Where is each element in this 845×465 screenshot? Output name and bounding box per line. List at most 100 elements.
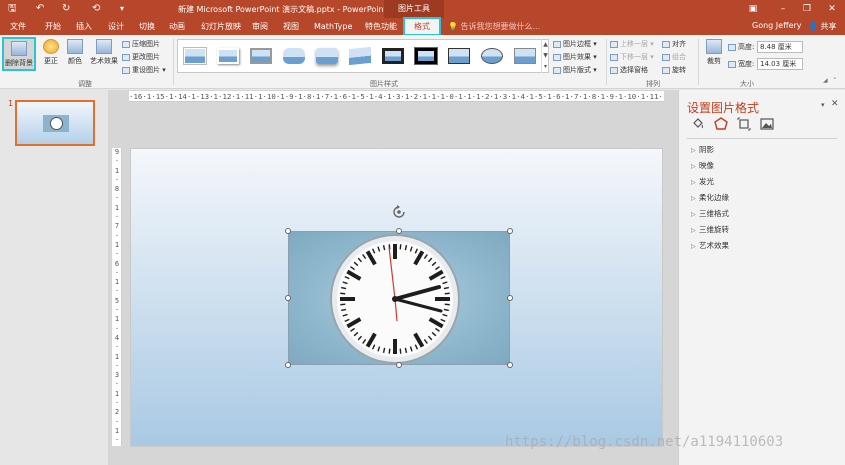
tell-me-search[interactable]: 💡 告诉我您想要做什么... bbox=[448, 21, 540, 32]
resize-handle-top-left[interactable] bbox=[285, 228, 291, 234]
pane-title: 设置图片格式 bbox=[687, 101, 760, 115]
selection-pane-button[interactable]: 选择窗格 bbox=[610, 65, 648, 75]
selected-picture[interactable] bbox=[288, 231, 510, 365]
section-reflection[interactable]: ▷ 映像 bbox=[691, 160, 714, 171]
picture-effects-button[interactable]: 图片效果 ▾ bbox=[553, 52, 597, 62]
rotate-button[interactable]: 旋转 bbox=[662, 65, 686, 75]
share-label: 共享 bbox=[820, 22, 837, 31]
compress-pictures-button[interactable]: 压缩图片 bbox=[122, 39, 160, 49]
group-divider bbox=[606, 39, 607, 85]
tab-home[interactable]: 开始 bbox=[42, 18, 64, 35]
expand-arrow-icon: ▷ bbox=[691, 211, 696, 218]
share-button[interactable]: 👤 共享 bbox=[808, 21, 837, 32]
section-artistic-effects[interactable]: ▷ 艺术效果 bbox=[691, 240, 729, 251]
height-input[interactable]: 8.48 厘米 bbox=[757, 41, 803, 53]
resize-handle-left[interactable] bbox=[285, 295, 291, 301]
reset-picture-icon bbox=[122, 66, 130, 74]
style-preview bbox=[349, 46, 371, 66]
maximize-icon[interactable]: ❐ bbox=[800, 2, 814, 16]
resize-handle-bottom-right[interactable] bbox=[507, 362, 513, 368]
expand-arrow-icon: ▷ bbox=[691, 163, 696, 170]
picture-effects-icon bbox=[553, 53, 561, 61]
picture-layout-button[interactable]: 图片版式 ▾ bbox=[553, 65, 597, 75]
crop-button[interactable]: 裁剪 bbox=[703, 39, 725, 66]
picture-styles-group-label: 图片样式 bbox=[370, 80, 398, 88]
resize-handle-right[interactable] bbox=[507, 295, 513, 301]
collapse-ribbon-icon[interactable]: ˄ bbox=[833, 77, 837, 85]
picture-style-4[interactable] bbox=[281, 45, 307, 67]
pane-close-icon[interactable]: ✕ bbox=[831, 99, 839, 109]
resize-handle-bottom[interactable] bbox=[396, 362, 402, 368]
start-from-beginning-icon[interactable]: ⟲ bbox=[92, 3, 100, 15]
customize-toolbar-icon[interactable]: ▾ bbox=[120, 3, 124, 15]
picture-style-5[interactable] bbox=[314, 45, 340, 67]
picture-style-9[interactable] bbox=[446, 45, 472, 67]
section-soft-edges[interactable]: ▷ 柔化边缘 bbox=[691, 192, 729, 203]
picture-style-2[interactable] bbox=[215, 45, 241, 67]
height-label: 高度: bbox=[728, 42, 754, 52]
section-3d-rotation[interactable]: ▷ 三维旋转 bbox=[691, 224, 729, 235]
minute-marker bbox=[444, 303, 450, 306]
tab-format[interactable]: 格式 bbox=[403, 17, 441, 36]
align-button[interactable]: 对齐 bbox=[662, 39, 686, 49]
undo-icon[interactable]: ↶ bbox=[36, 3, 44, 15]
picture-style-8[interactable] bbox=[413, 45, 439, 67]
rotate-handle-icon[interactable] bbox=[392, 205, 406, 219]
change-picture-button[interactable]: 更改图片 bbox=[122, 52, 160, 62]
section-shadow[interactable]: ▷ 阴影 bbox=[691, 144, 714, 155]
resize-handle-bottom-left[interactable] bbox=[285, 362, 291, 368]
section-label: 三维格式 bbox=[699, 209, 729, 218]
artistic-effects-label: 艺术效果 bbox=[90, 57, 118, 65]
bring-forward-button[interactable]: 上移一层 ▾ bbox=[610, 39, 654, 49]
remove-background-button[interactable]: 删除背景 bbox=[2, 37, 36, 71]
tab-animations[interactable]: 动画 bbox=[166, 18, 188, 35]
picture-style-10[interactable] bbox=[479, 45, 505, 67]
tab-featured[interactable]: 特色功能 bbox=[362, 18, 400, 35]
resize-handle-top[interactable] bbox=[396, 228, 402, 234]
reset-picture-button[interactable]: 重设图片 ▾ bbox=[122, 65, 166, 75]
picture-style-3[interactable] bbox=[248, 45, 274, 67]
artistic-effects-button[interactable]: 艺术效果 bbox=[88, 39, 120, 66]
save-icon[interactable]: 🖫 bbox=[8, 3, 17, 15]
tab-view[interactable]: 视图 bbox=[280, 18, 302, 35]
fill-line-icon[interactable] bbox=[691, 117, 705, 131]
minute-marker bbox=[340, 303, 346, 306]
size-properties-icon[interactable] bbox=[737, 117, 751, 131]
slide-thumbnail[interactable] bbox=[15, 100, 95, 146]
user-name[interactable]: Gong Jeffery bbox=[752, 21, 802, 30]
minimize-icon[interactable]: – bbox=[776, 2, 790, 16]
tab-review[interactable]: 审阅 bbox=[249, 18, 271, 35]
picture-style-11[interactable] bbox=[512, 45, 538, 67]
tab-insert[interactable]: 插入 bbox=[73, 18, 95, 35]
pane-options-icon[interactable]: ▾ bbox=[821, 101, 825, 109]
tab-file[interactable]: 文件 bbox=[7, 18, 29, 35]
size-dialog-launcher[interactable]: ◢ bbox=[823, 77, 828, 84]
style-preview bbox=[217, 48, 239, 64]
redo-icon[interactable]: ↻ bbox=[62, 3, 70, 15]
picture-border-button[interactable]: 图片边框 ▾ bbox=[553, 39, 597, 49]
tab-transitions[interactable]: 切换 bbox=[136, 18, 158, 35]
picture-icon[interactable] bbox=[760, 117, 774, 131]
width-input[interactable]: 14.03 厘米 bbox=[757, 58, 803, 70]
tab-mathtype[interactable]: MathType bbox=[311, 18, 355, 35]
color-label: 颜色 bbox=[68, 57, 82, 65]
tab-design[interactable]: 设计 bbox=[105, 18, 127, 35]
close-icon[interactable]: ✕ bbox=[825, 2, 839, 16]
send-backward-button[interactable]: 下移一层 ▾ bbox=[610, 52, 654, 62]
corrections-button[interactable]: 更正 bbox=[40, 39, 62, 66]
format-picture-pane: 设置图片格式 ▾ ✕ ▷ 阴影 ▷ 映像 ▷ 发光 ▷ 柔化边缘 ▷ 三维格式 ▷ 三维旋转… bbox=[678, 90, 845, 465]
section-glow[interactable]: ▷ 发光 bbox=[691, 176, 714, 187]
effects-icon[interactable] bbox=[714, 117, 728, 131]
gallery-scroller[interactable]: ▲ ▼ ▾ bbox=[541, 39, 549, 73]
color-button[interactable]: 颜色 bbox=[64, 39, 86, 66]
picture-style-7[interactable] bbox=[380, 45, 406, 67]
picture-style-1[interactable] bbox=[182, 45, 208, 67]
ribbon-display-icon[interactable]: ▣ bbox=[746, 2, 760, 16]
group-button[interactable]: 组合 bbox=[662, 52, 686, 62]
section-3d-format[interactable]: ▷ 三维格式 bbox=[691, 208, 729, 219]
tab-slideshow[interactable]: 幻灯片放映 bbox=[198, 18, 244, 35]
picture-style-6[interactable] bbox=[347, 45, 373, 67]
expand-arrow-icon: ▷ bbox=[691, 195, 696, 202]
resize-handle-top-right[interactable] bbox=[507, 228, 513, 234]
height-icon bbox=[728, 43, 736, 51]
